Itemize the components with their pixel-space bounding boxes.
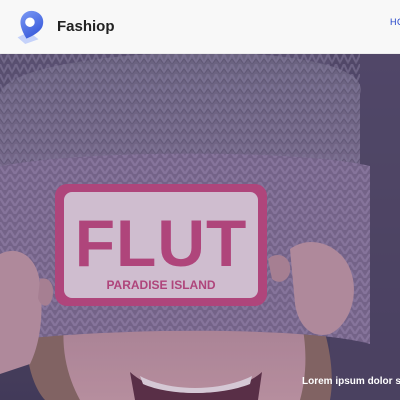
navbar: Fashiop HOME [0, 0, 400, 54]
hero-caption: Lorem ipsum dolor sit amet [302, 376, 400, 387]
hero-banner: FLUT PARADISE ISLAND Lorem ipsum dolor s… [0, 54, 400, 400]
hero-image: FLUT PARADISE ISLAND [0, 54, 400, 400]
nav-link-home[interactable]: HOME [390, 17, 400, 27]
brand-name: Fashiop [57, 17, 115, 35]
brand[interactable]: Fashiop [10, 6, 115, 46]
location-pin-icon [17, 10, 44, 45]
